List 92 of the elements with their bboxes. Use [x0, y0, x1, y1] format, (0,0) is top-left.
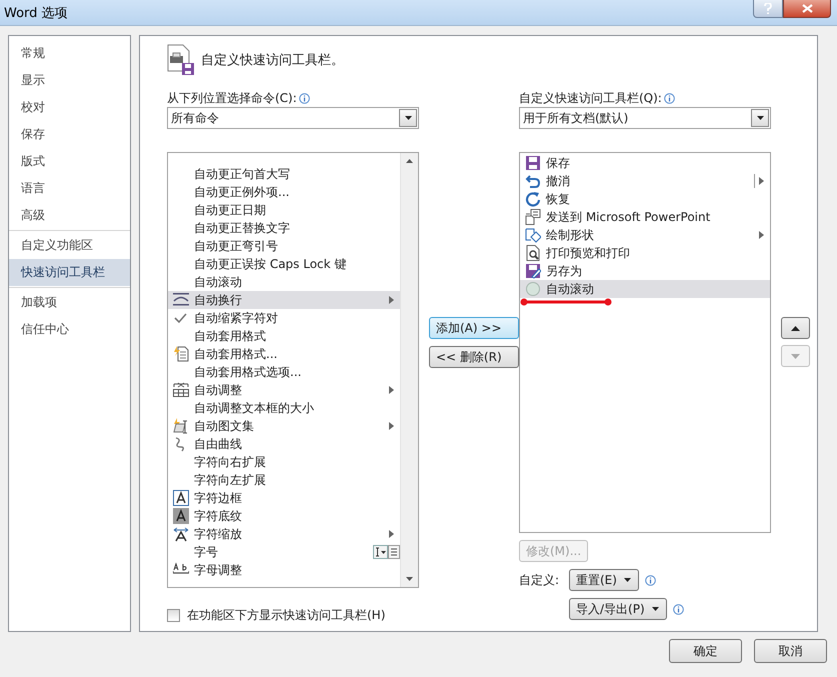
list-item[interactable]: 恢复	[520, 190, 770, 208]
scroll-up-icon	[406, 159, 413, 163]
sidebar-item[interactable]: 高级	[9, 202, 130, 229]
list-item[interactable]: 自动更正替换文字	[168, 219, 400, 237]
sidebar-item[interactable]: 快速访问工具栏	[9, 259, 130, 286]
dropdown[interactable]: 用于所有文档(默认)	[519, 107, 771, 129]
list-item[interactable]: 保存	[520, 154, 770, 172]
dropdown-arrow-icon	[650, 606, 660, 612]
close-icon	[802, 4, 812, 13]
font-size-box-icon	[373, 545, 388, 559]
info-icon	[672, 604, 684, 614]
disk-pencil-icon	[525, 263, 541, 279]
dialog-button[interactable]: 取消	[754, 639, 827, 663]
window-title: Word 选项	[3, 5, 69, 22]
sidebar-item[interactable]: 校对	[9, 94, 130, 121]
boxed-letter-icon	[173, 490, 189, 506]
list-item[interactable]: 绘制形状	[520, 226, 770, 244]
undo-icon	[525, 173, 541, 189]
help-icon	[764, 3, 772, 14]
list-item[interactable]: 自动更正例外项...	[168, 183, 400, 201]
redo-icon	[525, 191, 541, 207]
import-export-button[interactable]: 导入/导出(P)	[569, 598, 667, 620]
info-icon	[664, 92, 675, 104]
list-item[interactable]: 自动更正句首大写	[168, 165, 400, 183]
document-send-icon	[525, 209, 541, 225]
sidebar-item[interactable]: 语言	[9, 175, 130, 202]
lightning-document-icon	[173, 346, 189, 362]
list-item[interactable]: 发送到 Microsoft PowerPoint	[520, 208, 770, 226]
list-item[interactable]: 字号	[168, 543, 400, 561]
list-item[interactable]: 自动缩紧字符对	[168, 309, 400, 327]
dialog-button[interactable]: 确定	[669, 639, 742, 663]
shape-icon	[525, 227, 541, 243]
dropdown-arrow-icon	[622, 577, 632, 583]
table-resize-icon	[173, 382, 189, 398]
add-button[interactable]: 添加(A) >>	[429, 317, 519, 339]
lightning-text-icon	[173, 418, 189, 434]
circle-icon	[525, 281, 541, 297]
list-item[interactable]: 自动套用格式	[168, 327, 400, 345]
list-item[interactable]: 自动滚动	[520, 280, 770, 298]
shaded-letter-icon	[173, 508, 189, 524]
section-heading: 自定义快速访问工具栏。	[201, 52, 344, 69]
list-item[interactable]: 自动更正误按 Caps Lock 键	[168, 255, 400, 273]
list-item[interactable]: 自动调整	[168, 381, 400, 399]
dropdown[interactable]: 所有命令	[167, 107, 419, 129]
info-icon	[298, 92, 310, 104]
help-button[interactable]	[753, 0, 783, 18]
sidebar-item[interactable]: 自定义功能区	[9, 232, 130, 259]
field-label: 自定义:	[519, 572, 560, 588]
remove-button[interactable]: << 删除(R)	[429, 346, 519, 368]
list-item[interactable]: 字符边框	[168, 489, 400, 507]
reset-button[interactable]: 重置(E)	[569, 569, 639, 591]
list-item[interactable]: 打印预览和打印	[520, 244, 770, 262]
printer-disk-icon	[167, 44, 195, 76]
down-arrow-icon	[791, 354, 800, 358]
up-arrow-icon	[791, 326, 800, 330]
sidebar-item[interactable]: 保存	[9, 121, 130, 148]
info-icon	[644, 574, 656, 586]
sidebar-item[interactable]: 加载项	[9, 289, 130, 316]
checkbox[interactable]	[167, 609, 180, 622]
close-button[interactable]	[783, 0, 831, 18]
move-up-button[interactable]	[781, 317, 810, 339]
scrollbar[interactable]	[400, 153, 418, 587]
list-item[interactable]: 字符向左扩展	[168, 471, 400, 489]
list-item[interactable]: 自动更正日期	[168, 201, 400, 219]
list-item[interactable]: 自动套用格式...	[168, 345, 400, 363]
list-item[interactable]: 自动换行	[168, 291, 400, 309]
list-item[interactable]: 自动调整文本框的大小	[168, 399, 400, 417]
list-item[interactable]: 自动滚动	[168, 273, 400, 291]
sidebar-item[interactable]: 版式	[9, 148, 130, 175]
dropdown-arrow-icon	[404, 115, 412, 121]
field-label: 自定义快速访问工具栏(Q):	[519, 90, 662, 106]
scroll-down-icon	[406, 577, 413, 581]
list-item[interactable]: 自动更正弯引号	[168, 237, 400, 255]
list-item[interactable]: 自由曲线	[168, 435, 400, 453]
list-item[interactable]: 字母调整	[168, 561, 400, 579]
print-preview-icon	[525, 245, 541, 261]
checkbox-label: 在功能区下方显示快速访问工具栏(H)	[187, 607, 386, 624]
sidebar-item[interactable]: 常规	[9, 40, 130, 67]
sidebar-item[interactable]: 信任中心	[9, 316, 130, 343]
letter-scale-icon	[173, 526, 189, 542]
list-item[interactable]: 字符缩放	[168, 525, 400, 543]
text-wrap-icon	[173, 292, 189, 308]
dropdown-arrow-icon	[756, 115, 764, 121]
sidebar-item[interactable]: 显示	[9, 67, 130, 94]
list-item[interactable]: 另存为	[520, 262, 770, 280]
list-item[interactable]: 自动图文集	[168, 417, 400, 435]
list-item[interactable]: 字符向右扩展	[168, 453, 400, 471]
field-label: 从下列位置选择命令(C):	[167, 90, 297, 106]
list-item[interactable]: 撤消	[520, 172, 770, 190]
list-view-icon	[388, 545, 400, 559]
list-item[interactable]: 自动套用格式选项...	[168, 363, 400, 381]
list-item[interactable]: 字符底纹	[168, 507, 400, 525]
